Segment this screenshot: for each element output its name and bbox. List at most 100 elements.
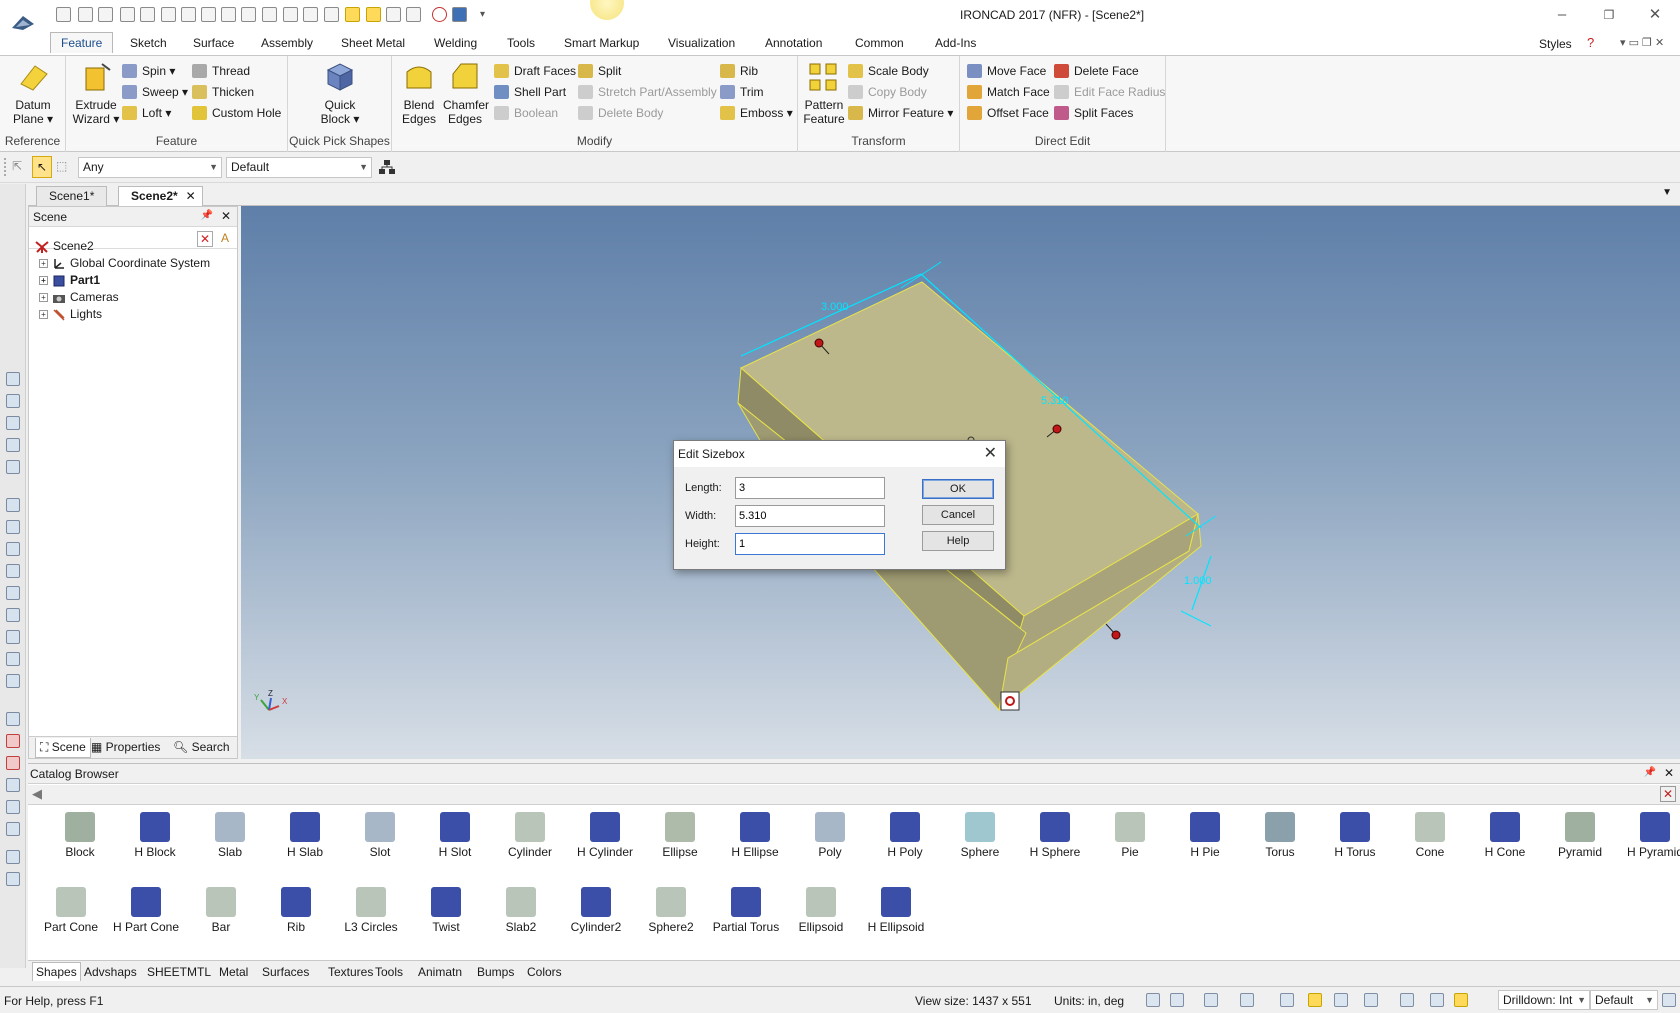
chamfer-edges-button[interactable]: Chamfer Edges bbox=[442, 60, 489, 126]
snap-icon[interactable] bbox=[1430, 993, 1444, 1007]
tab-sketch[interactable]: Sketch bbox=[130, 36, 167, 50]
split-faces-button[interactable]: Split Faces bbox=[1054, 104, 1133, 122]
tab-annotation[interactable]: Annotation bbox=[765, 36, 822, 50]
extrude-wizard-button[interactable]: Extrude Wizard ▾ bbox=[70, 60, 122, 126]
expand-icon[interactable]: + bbox=[39, 259, 48, 269]
catalog-tab-surfaces[interactable]: Surfaces bbox=[262, 965, 309, 979]
tab-feature[interactable]: Feature bbox=[50, 32, 114, 53]
view-orient-icon[interactable] bbox=[1204, 993, 1218, 1007]
catalog-item-pyramid[interactable]: Pyramid bbox=[1545, 812, 1615, 859]
view-tool-icon-2[interactable] bbox=[6, 394, 20, 408]
ribbon-help-icon[interactable]: ? bbox=[1587, 35, 1594, 50]
view-tool-icon-13[interactable] bbox=[6, 652, 20, 666]
thread-button[interactable]: Thread bbox=[192, 62, 250, 80]
view-tool-icon-8[interactable] bbox=[6, 542, 20, 556]
catalog-item-ellipse[interactable]: Ellipse bbox=[645, 812, 715, 859]
doc-tab-scene2[interactable]: Scene2* ✕ bbox=[118, 186, 203, 206]
view-tool-icon-4[interactable] bbox=[6, 438, 20, 452]
catalog-item-slab[interactable]: Slab bbox=[195, 812, 265, 859]
copy-body-button[interactable]: Copy Body bbox=[848, 83, 927, 101]
shell-part-button[interactable]: Shell Part bbox=[494, 83, 566, 101]
pointer-filter-icon[interactable]: ⇱ bbox=[12, 159, 28, 175]
catalog-item-cone[interactable]: Cone bbox=[1395, 812, 1465, 859]
ok-button[interactable]: OK bbox=[922, 479, 994, 499]
catalog-item-h-cone[interactable]: H Cone bbox=[1470, 812, 1540, 859]
undo-icon[interactable] bbox=[283, 7, 298, 22]
mirror-feature-button[interactable]: Mirror Feature ▾ bbox=[848, 104, 953, 122]
sketch-tool-icon-7[interactable] bbox=[6, 850, 20, 864]
drilldown-dropdown[interactable]: Drilldown: Int ▼ bbox=[1498, 990, 1590, 1010]
training-icon[interactable] bbox=[452, 7, 467, 22]
doc-tab-scene1[interactable]: Scene1* bbox=[36, 186, 108, 206]
view-tool-icon-11[interactable] bbox=[6, 608, 20, 622]
catalog-item-h-block[interactable]: H Block bbox=[120, 812, 190, 859]
visibility-icon[interactable] bbox=[1334, 993, 1348, 1007]
tab-smart-markup[interactable]: Smart Markup bbox=[564, 36, 639, 50]
lighting-icon[interactable] bbox=[1400, 993, 1414, 1007]
stretch-part-assembly-button[interactable]: Stretch Part/Assembly bbox=[578, 83, 717, 101]
catalog-item-h-ellipsoid[interactable]: H Ellipsoid bbox=[851, 887, 941, 934]
width-input[interactable] bbox=[735, 505, 885, 527]
copy-icon[interactable] bbox=[406, 7, 421, 22]
view-tool-icon-9[interactable] bbox=[6, 564, 20, 578]
tab-tools[interactable]: Tools bbox=[507, 36, 535, 50]
sketch-tool-icon-4[interactable] bbox=[6, 778, 20, 792]
pin-icon[interactable]: 📌 bbox=[201, 210, 213, 221]
tab-add-ins[interactable]: Add-Ins bbox=[935, 36, 976, 50]
catalog-item-torus[interactable]: Torus bbox=[1245, 812, 1315, 859]
hierarchy-icon[interactable] bbox=[378, 159, 396, 175]
sort-icon[interactable]: A bbox=[217, 231, 233, 247]
zoom-icon[interactable] bbox=[1170, 993, 1184, 1007]
trim-button[interactable]: Trim bbox=[720, 83, 764, 101]
expand-icon[interactable]: + bbox=[39, 293, 48, 303]
view-tool-icon-14[interactable] bbox=[6, 674, 20, 688]
catalog-item-block[interactable]: Block bbox=[45, 812, 115, 859]
thicken-button[interactable]: Thicken bbox=[192, 83, 254, 101]
help-icon[interactable] bbox=[432, 7, 447, 22]
scale-body-button[interactable]: Scale Body bbox=[848, 62, 929, 80]
status-default-dropdown[interactable]: Default ▼ bbox=[1590, 990, 1658, 1010]
expand-icon[interactable]: + bbox=[39, 276, 48, 286]
boolean-button[interactable]: Boolean bbox=[494, 104, 558, 122]
tab-surface[interactable]: Surface bbox=[193, 36, 234, 50]
redo-icon[interactable] bbox=[303, 7, 318, 22]
delete-icon[interactable]: ✕ bbox=[197, 231, 213, 247]
loft-button[interactable]: Loft ▾ bbox=[122, 104, 171, 122]
catalog-item-h-ellipse[interactable]: H Ellipse bbox=[720, 812, 790, 859]
sketch-tool-icon-6[interactable] bbox=[6, 822, 20, 836]
help-button[interactable]: Help bbox=[922, 531, 994, 551]
style-dropdown[interactable]: Default ▼ bbox=[226, 157, 372, 178]
select-box-icon[interactable]: ⬚ bbox=[56, 159, 72, 175]
tree-item-cameras[interactable]: + Cameras bbox=[39, 288, 119, 306]
catalog-tab-colors[interactable]: Colors bbox=[527, 965, 562, 979]
render-mode-icon[interactable] bbox=[1240, 993, 1254, 1007]
import-icon[interactable] bbox=[221, 7, 236, 22]
view-tool-icon-6[interactable] bbox=[6, 498, 20, 512]
tab-visualization[interactable]: Visualization bbox=[668, 36, 735, 50]
select-cursor-icon[interactable] bbox=[1454, 993, 1468, 1007]
length-input[interactable] bbox=[735, 477, 885, 499]
new-icon[interactable] bbox=[56, 7, 71, 22]
datum-plane-button[interactable]: Datum Plane ▾ bbox=[6, 60, 60, 126]
catalog-item-cylinder[interactable]: Cylinder bbox=[495, 812, 565, 859]
save-icon[interactable] bbox=[181, 7, 196, 22]
ribbon-window-controls[interactable]: ▾ ▭ ❐ ✕ bbox=[1620, 36, 1664, 49]
insert-icon[interactable] bbox=[262, 7, 277, 22]
tab-assembly[interactable]: Assembly bbox=[261, 36, 313, 50]
camera-tool-icon[interactable] bbox=[1280, 993, 1294, 1007]
close-panel-icon[interactable]: ✕ bbox=[221, 209, 231, 223]
view-tool-icon-5[interactable] bbox=[6, 460, 20, 474]
catalog-tab-bumps[interactable]: Bumps bbox=[477, 965, 514, 979]
catalog-tab-metal[interactable]: Metal bbox=[219, 965, 248, 979]
status-settings-icon[interactable] bbox=[1662, 993, 1676, 1007]
sketch-tool-icon-8[interactable] bbox=[6, 872, 20, 886]
sketch-tool-icon-5[interactable] bbox=[6, 800, 20, 814]
expand-icon[interactable]: + bbox=[39, 310, 48, 320]
tab-sheet-metal[interactable]: Sheet Metal bbox=[341, 36, 405, 50]
toolbar-grip[interactable] bbox=[4, 158, 7, 176]
footer-tab-properties[interactable]: ▦ Properties bbox=[91, 740, 160, 754]
sketch-tool-icon-3[interactable] bbox=[6, 756, 20, 770]
pattern-feature-button[interactable]: Pattern Feature bbox=[802, 60, 846, 126]
blend-edges-button[interactable]: Blend Edges bbox=[398, 60, 440, 126]
catalog-item-pie[interactable]: Pie bbox=[1095, 812, 1165, 859]
